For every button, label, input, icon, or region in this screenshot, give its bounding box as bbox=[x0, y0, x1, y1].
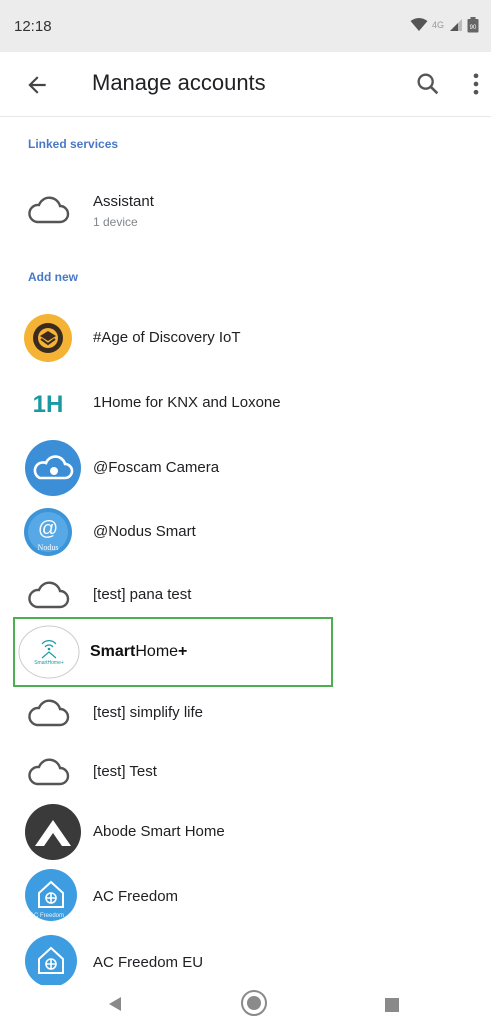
1home-logo: 1H bbox=[33, 391, 64, 418]
service-name: AC Freedom EU bbox=[93, 954, 204, 971]
list-item[interactable]: AC Freedom AC Freedom bbox=[0, 867, 491, 927]
ac-freedom-logo bbox=[25, 935, 77, 987]
ac-freedom-logo: AC Freedom bbox=[25, 869, 77, 921]
svg-text:@: @ bbox=[38, 518, 58, 540]
nodus-logo: @ Nodus bbox=[24, 508, 72, 556]
service-name: [test] pana test bbox=[93, 586, 192, 603]
list-item[interactable]: 1H 1Home for KNX and Loxone bbox=[0, 373, 491, 433]
smarthome-name-rest: Home bbox=[135, 643, 179, 660]
arrow-back-icon[interactable] bbox=[24, 72, 50, 98]
nav-recents-icon[interactable] bbox=[384, 997, 400, 1013]
status-bar: 12:18 4G 90 bbox=[0, 0, 491, 52]
list-item[interactable]: @Foscam Camera bbox=[0, 438, 491, 498]
signal-icon bbox=[450, 19, 462, 31]
service-name: #Age of Discovery IoT bbox=[93, 329, 241, 346]
status-icons: 4G 90 bbox=[410, 17, 479, 33]
section-add-new: Add new bbox=[28, 270, 78, 284]
service-name: @Foscam Camera bbox=[93, 459, 220, 476]
status-time: 12:18 bbox=[14, 18, 52, 35]
smarthome-plus-logo: SmartHome+ bbox=[18, 625, 80, 679]
nodus-logo-text: Nodus bbox=[38, 543, 59, 552]
service-name: [test] simplify life bbox=[93, 704, 204, 721]
list-item[interactable]: AC Freedom EU bbox=[0, 933, 491, 993]
nav-home-icon[interactable] bbox=[240, 989, 268, 1017]
system-nav-bar bbox=[0, 985, 491, 1017]
cloud-icon bbox=[28, 699, 70, 727]
service-name: @Nodus Smart bbox=[93, 523, 196, 540]
smarthome-name-bold: Smart bbox=[90, 643, 136, 660]
search-icon[interactable] bbox=[414, 70, 442, 98]
1home-logo-text: 1H bbox=[33, 391, 64, 418]
service-name: Abode Smart Home bbox=[93, 823, 225, 840]
list-item[interactable]: [test] pana test bbox=[0, 565, 491, 625]
list-item[interactable]: #Age of Discovery IoT bbox=[0, 308, 491, 368]
wifi-icon bbox=[410, 18, 428, 31]
ac-freedom-logo-text: AC Freedom bbox=[30, 913, 64, 919]
list-item[interactable]: @ Nodus @Nodus Smart bbox=[0, 502, 491, 562]
smarthome-logo-text: SmartHome+ bbox=[34, 660, 64, 666]
linked-service-name: Assistant bbox=[93, 193, 154, 210]
cloud-icon bbox=[28, 196, 70, 224]
page-title: Manage accounts bbox=[92, 70, 266, 95]
service-name: AC Freedom bbox=[93, 888, 179, 905]
linked-service-assistant[interactable]: Assistant 1 device bbox=[0, 180, 491, 240]
list-item-smarthome-plus[interactable]: SmartHome+ SmartHome+ bbox=[13, 617, 333, 687]
linked-service-detail: 1 device bbox=[93, 215, 138, 229]
battery-icon: 90 bbox=[467, 17, 479, 33]
nav-back-icon[interactable] bbox=[106, 995, 124, 1013]
app-bar: Manage accounts bbox=[0, 52, 491, 117]
age-of-discovery-logo bbox=[24, 314, 72, 362]
network-type: 4G bbox=[431, 20, 444, 30]
service-name: SmartHome+ bbox=[90, 643, 187, 661]
smarthome-name-plus: + bbox=[178, 643, 188, 660]
cloud-icon bbox=[28, 581, 70, 609]
more-vert-icon[interactable] bbox=[468, 70, 484, 98]
abode-logo bbox=[25, 804, 81, 860]
list-item[interactable]: [test] Test bbox=[0, 742, 491, 802]
section-linked-services: Linked services bbox=[28, 137, 119, 151]
battery-level: 90 bbox=[470, 25, 477, 31]
list-item[interactable]: Abode Smart Home bbox=[0, 802, 491, 862]
service-name: [test] Test bbox=[93, 763, 157, 780]
service-name: 1Home for KNX and Loxone bbox=[93, 394, 281, 411]
list-item[interactable]: [test] simplify life bbox=[0, 683, 491, 743]
cloud-icon bbox=[28, 758, 70, 786]
foscam-logo bbox=[25, 440, 81, 496]
